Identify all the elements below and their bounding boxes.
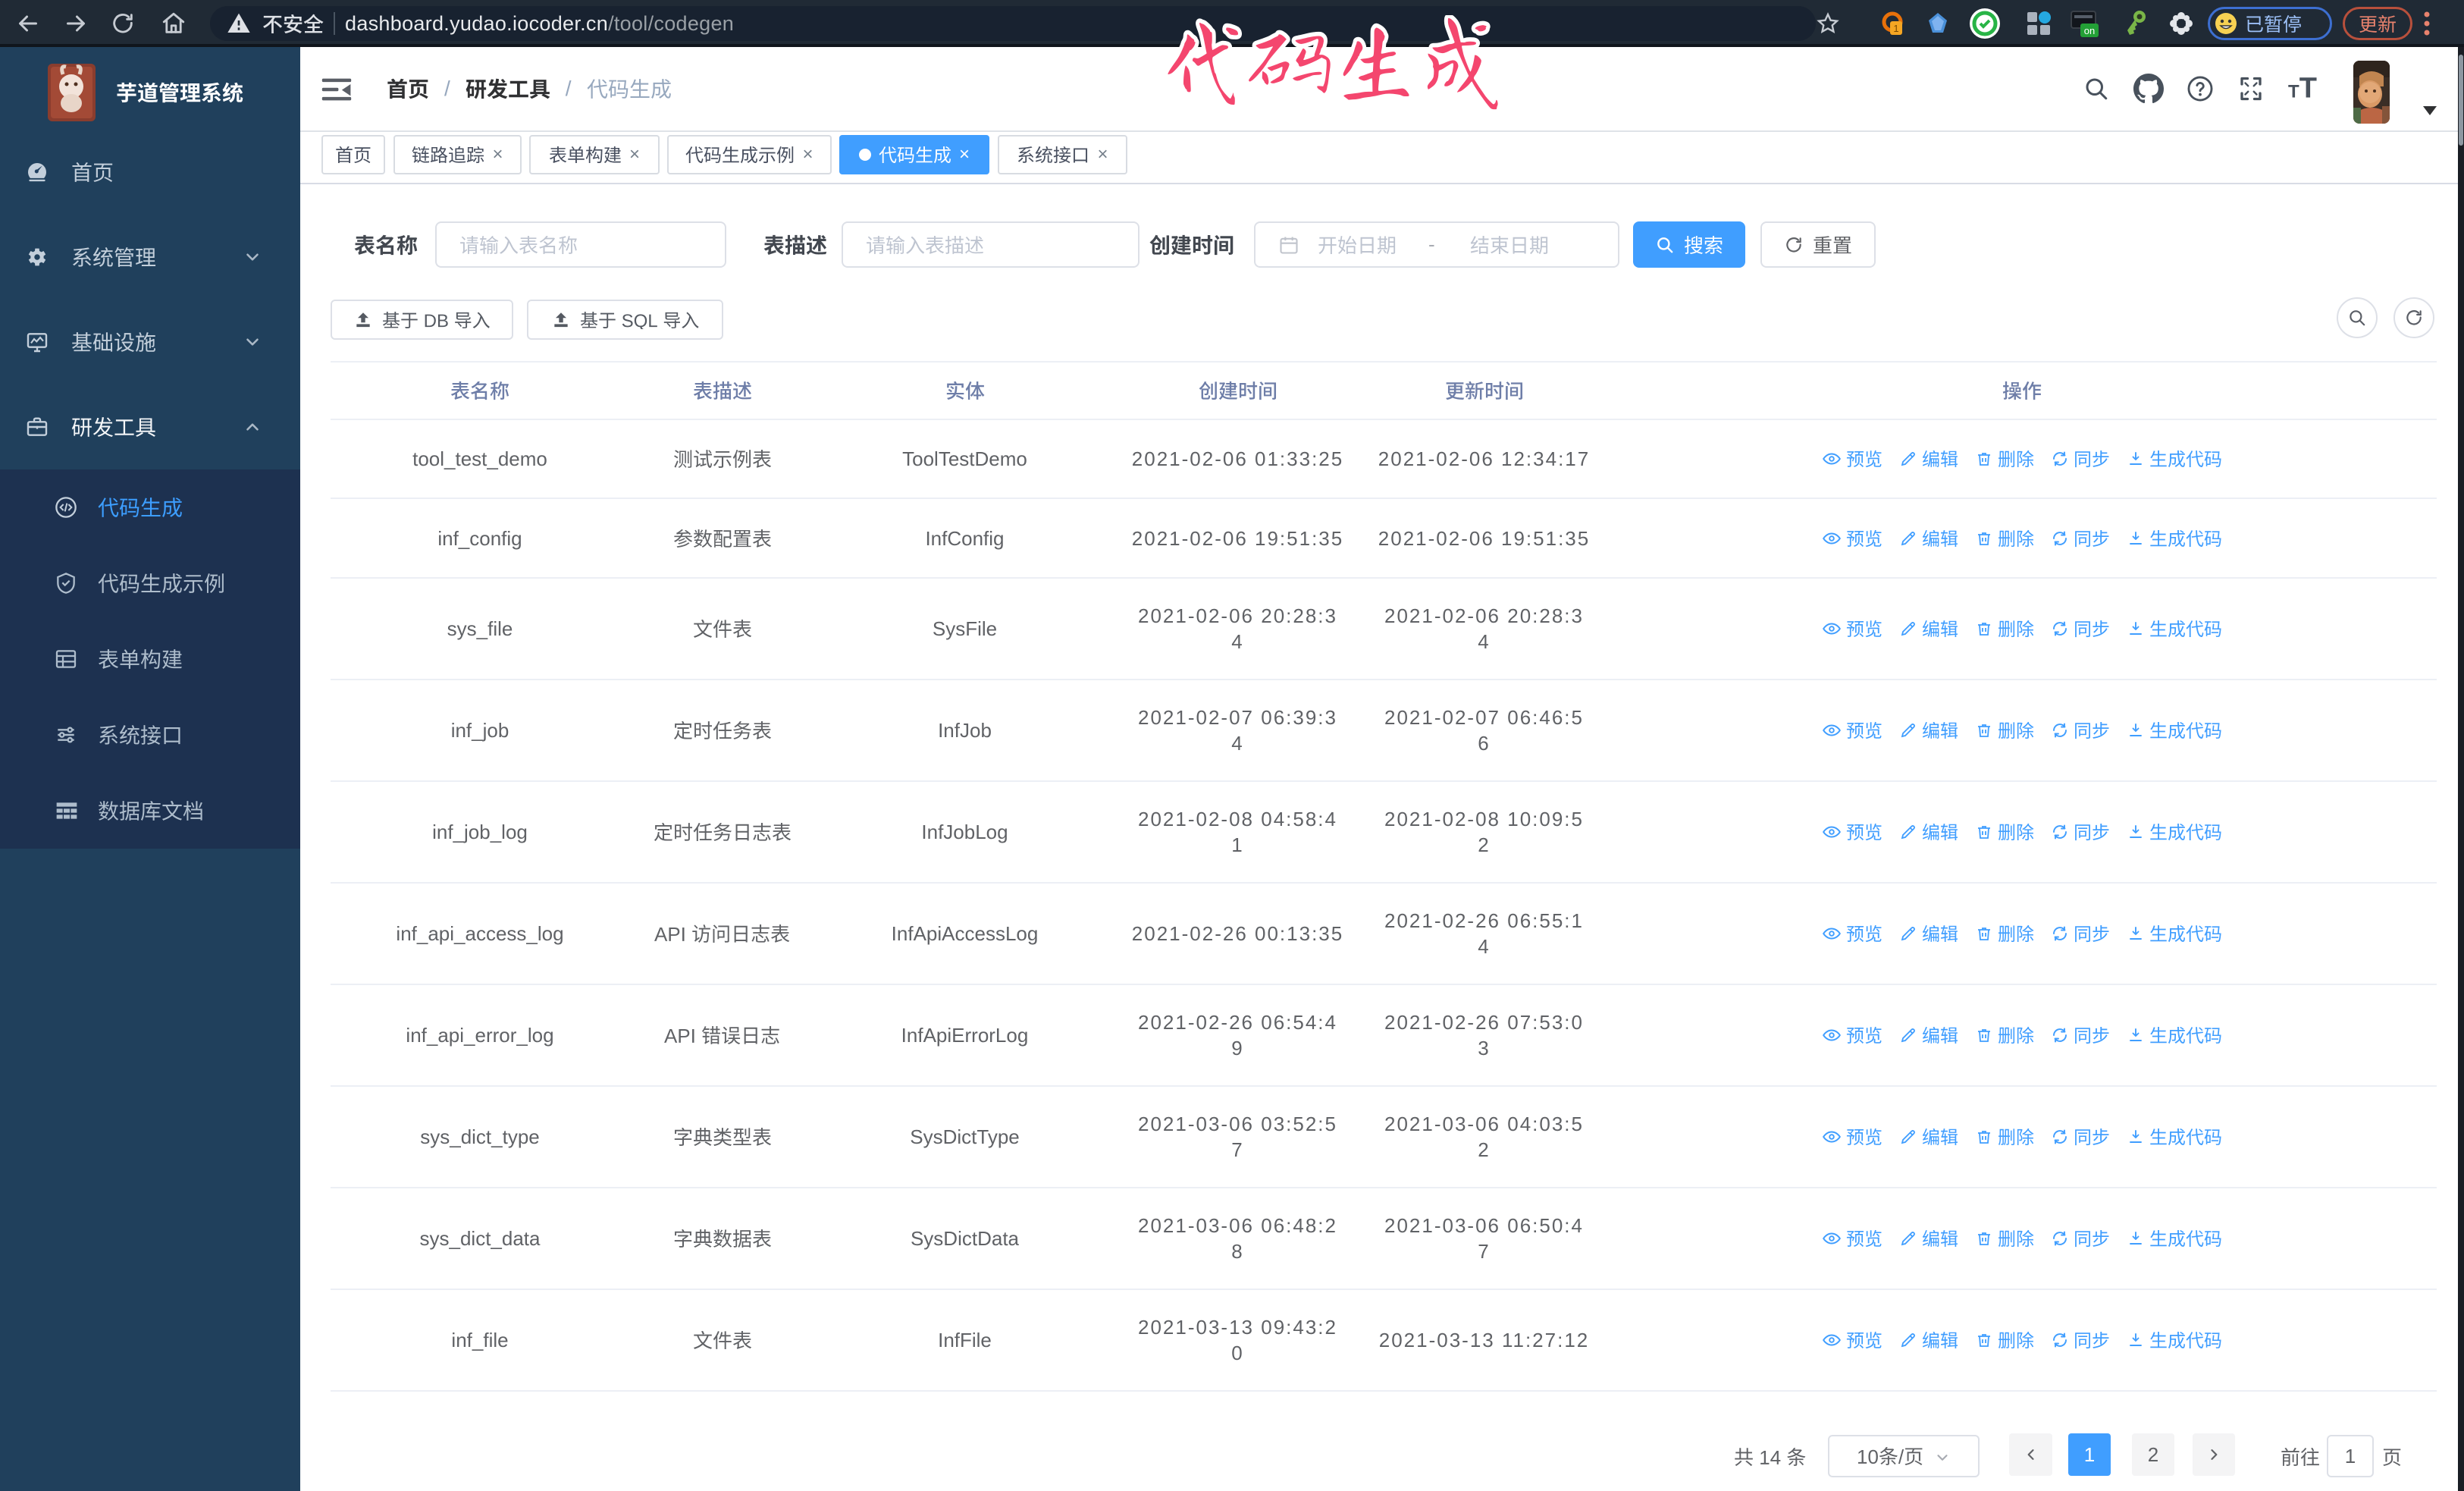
svg-text:on: on	[2084, 25, 2095, 36]
svg-text:1: 1	[1893, 23, 1898, 34]
